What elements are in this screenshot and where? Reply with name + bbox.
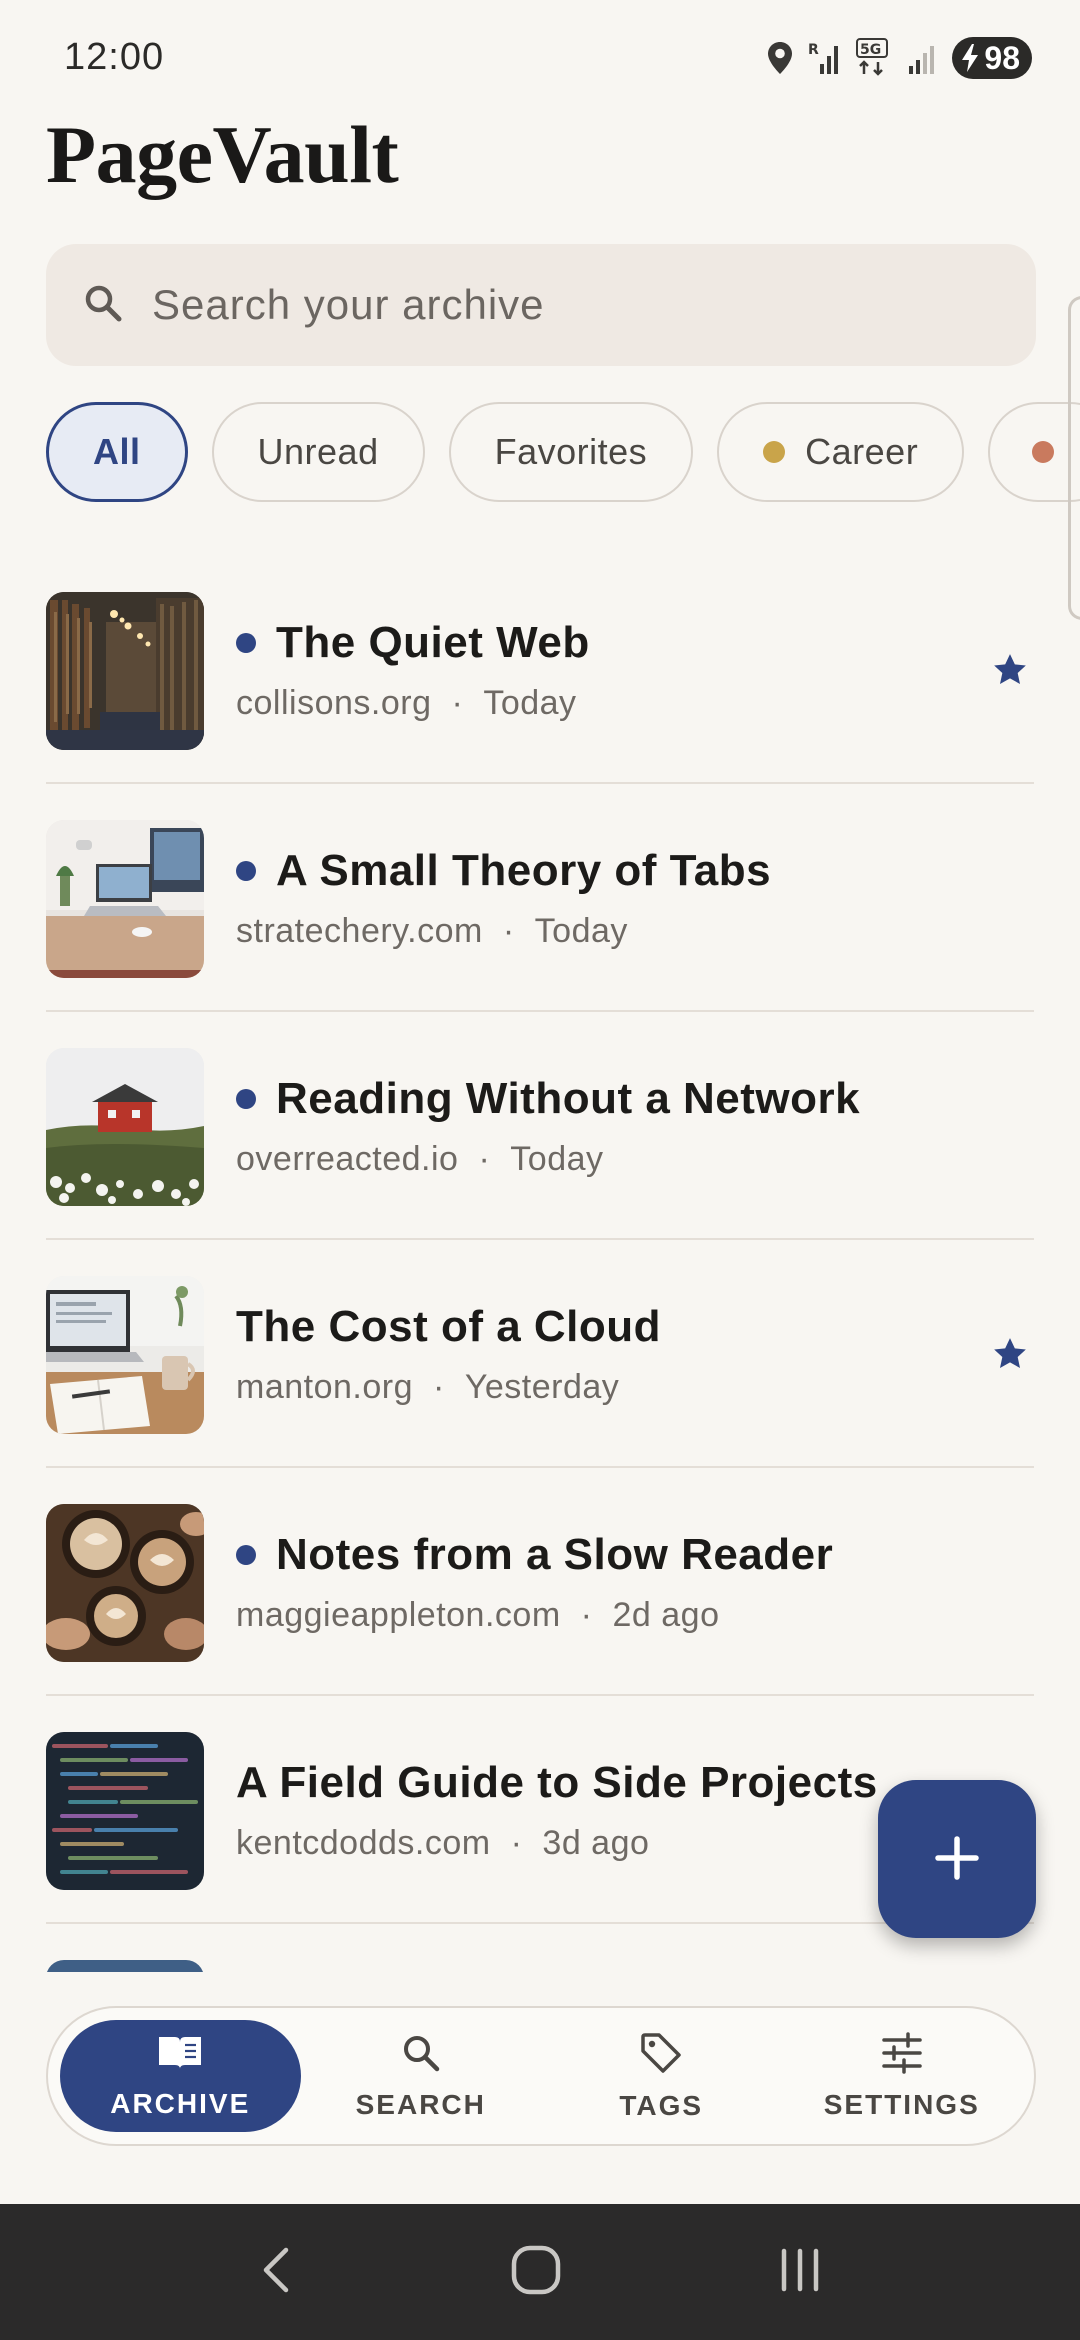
thumbnail-image	[46, 1960, 204, 1972]
home-icon[interactable]	[508, 2242, 564, 2303]
thumbnail-library-image	[46, 592, 204, 750]
svg-text:5G: 5G	[860, 42, 881, 58]
meta-separator: ·	[478, 1140, 491, 1178]
chip-unread[interactable]: Unread	[211, 402, 425, 502]
add-article-button[interactable]	[878, 1780, 1036, 1938]
list-item[interactable]: Reading Without a Network overreacted.io…	[46, 1012, 1034, 1240]
battery-charging-icon: 98	[952, 37, 1032, 79]
signal-roaming-icon: R	[808, 40, 842, 76]
article-meta: maggieappleton.com · 2d ago	[236, 1596, 719, 1635]
article-meta: collisons.org · Today	[236, 684, 577, 723]
article-source: stratechery.com	[236, 912, 483, 950]
svg-text:R: R	[808, 42, 819, 58]
chip-all[interactable]: All	[46, 402, 188, 502]
list-item[interactable]: A Small Theory of Tabs stratechery.com ·…	[46, 784, 1034, 1012]
search-input[interactable]	[152, 281, 1002, 329]
nav-label: SETTINGS	[823, 2088, 980, 2120]
nav-tags[interactable]: TAGS	[541, 2020, 782, 2132]
list-item[interactable]: The Quiet Web collisons.org · Today	[46, 556, 1034, 784]
status-icons: R 5G 98	[766, 34, 1032, 82]
back-icon[interactable]	[256, 2240, 296, 2305]
nav-search[interactable]: SEARCH	[301, 2020, 542, 2132]
meta-separator: ·	[580, 1596, 593, 1634]
chip-label: Unread	[257, 431, 379, 472]
article-date: 2d ago	[612, 1596, 720, 1634]
search-icon	[400, 2032, 442, 2079]
list-item[interactable]: Notes from a Slow Reader maggieappleton.…	[46, 1468, 1034, 1696]
thumbnail-desk-image	[46, 820, 204, 978]
article-list[interactable]: The Quiet Web collisons.org · Today A Sm…	[0, 556, 1080, 1972]
unread-indicator	[236, 1089, 256, 1109]
search-icon	[82, 282, 124, 329]
thumbnail-cabin-image	[46, 1048, 204, 1206]
favorite-star-icon[interactable]	[990, 1334, 1030, 1379]
thumbnail-code-image	[46, 1732, 204, 1890]
sliders-icon	[880, 2031, 924, 2079]
meta-separator: ·	[502, 912, 515, 950]
article-source: manton.org	[236, 1368, 413, 1406]
nav-label: SEARCH	[355, 2088, 486, 2120]
chip-career[interactable]: Career	[717, 402, 965, 502]
tag-color-dot	[1032, 441, 1055, 463]
book-open-icon	[155, 2033, 205, 2078]
article-meta: kentcdodds.com · 3d ago	[236, 1824, 649, 1863]
article-source: overreacted.io	[236, 1140, 459, 1178]
article-source: kentcdodds.com	[236, 1824, 491, 1862]
bottom-navigation: ARCHIVE SEARCH TAGS SETTINGS	[46, 2006, 1036, 2146]
unread-indicator	[236, 1545, 256, 1565]
nav-label: ARCHIVE	[110, 2087, 251, 2119]
signal-weak-icon	[908, 40, 938, 76]
meta-separator: ·	[510, 1824, 523, 1862]
article-date: Today	[534, 912, 628, 950]
nav-settings[interactable]: SETTINGS	[782, 2020, 1023, 2132]
search-bar[interactable]	[46, 244, 1036, 366]
nav-label: TAGS	[619, 2089, 704, 2121]
article-date: Today	[510, 1140, 604, 1178]
recent-apps-icon[interactable]	[776, 2245, 824, 2300]
chip-label: Favorites	[494, 431, 648, 472]
battery-level: 98	[984, 39, 1020, 76]
nav-archive[interactable]: ARCHIVE	[60, 2020, 301, 2132]
article-source: maggieappleton.com	[236, 1596, 561, 1634]
plus-icon	[934, 1835, 980, 1884]
thumbnail-coffee-image	[46, 1504, 204, 1662]
status-bar: 12:00 R 5G 98	[0, 0, 1080, 118]
thumbnail-laptop-notebook-image	[46, 1276, 204, 1434]
favorite-star-icon[interactable]	[990, 650, 1030, 695]
unread-indicator	[236, 633, 256, 653]
chip-label: Career	[805, 431, 919, 472]
article-title: Reading Without a Network	[236, 1074, 860, 1124]
chip-favorites[interactable]: Favorites	[448, 402, 694, 502]
article-source: collisons.org	[236, 684, 432, 722]
article-meta: overreacted.io · Today	[236, 1140, 604, 1179]
tag-color-dot	[763, 441, 786, 463]
article-date: Yesterday	[464, 1368, 620, 1406]
article-title: A Field Guide to Side Projects	[236, 1758, 878, 1807]
meta-separator: ·	[433, 1368, 445, 1406]
data-5g-icon: 5G	[856, 38, 894, 78]
system-navigation-bar	[0, 2204, 1080, 2340]
filter-chips: All Unread Favorites Career	[46, 402, 1080, 502]
article-title: The Cost of a Cloud	[236, 1302, 662, 1351]
tag-icon	[639, 2031, 683, 2080]
article-meta: stratechery.com · Today	[236, 912, 628, 951]
chip-label: All	[93, 431, 141, 472]
article-title: A Small Theory of Tabs	[236, 846, 771, 896]
app-title: PageVault	[46, 109, 399, 200]
list-item[interactable]: The Cost of a Cloud manton.org · Yesterd…	[46, 1240, 1034, 1468]
meta-separator: ·	[451, 684, 464, 722]
article-title: The Quiet Web	[236, 618, 590, 668]
article-meta: manton.org · Yesterday	[236, 1368, 619, 1407]
location-icon	[766, 40, 794, 76]
list-item[interactable]	[46, 1924, 1034, 1972]
article-title: Notes from a Slow Reader	[236, 1530, 833, 1580]
chip-tag-partial[interactable]	[988, 402, 1080, 502]
article-date: Today	[483, 684, 577, 722]
article-date: 3d ago	[542, 1824, 650, 1862]
status-time: 12:00	[64, 36, 165, 78]
unread-indicator	[236, 861, 256, 881]
